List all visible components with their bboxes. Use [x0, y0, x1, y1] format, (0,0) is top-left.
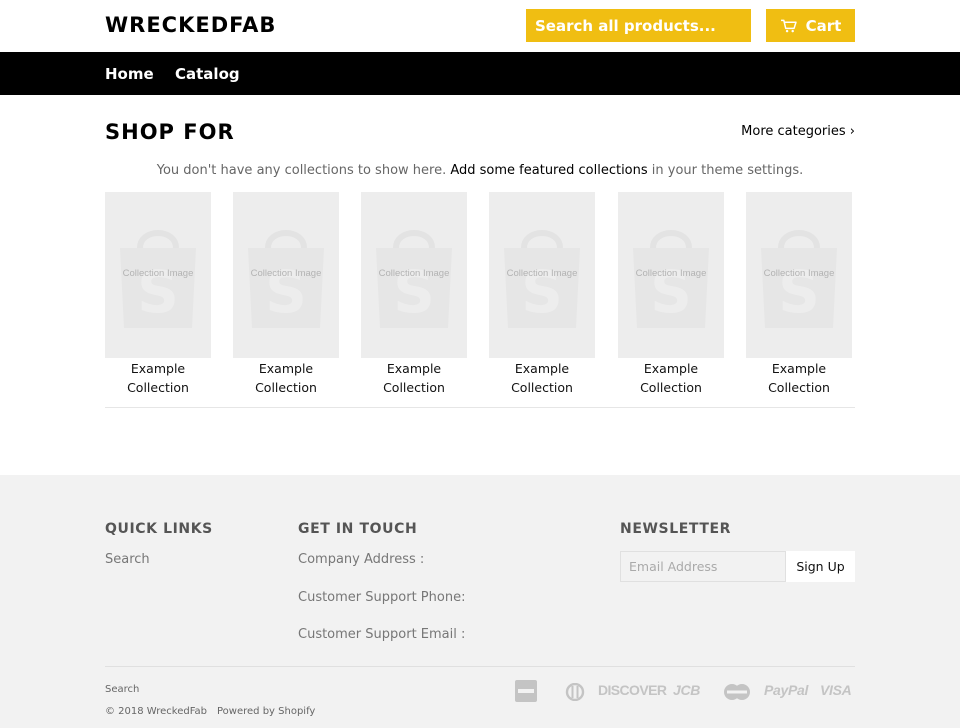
collection-image: S Collection Image — [233, 192, 339, 358]
search-input[interactable] — [526, 9, 752, 42]
section-title: SHOP FOR — [105, 120, 235, 144]
paypal-icon: PayPal — [764, 682, 809, 698]
collection-title: Example Collection — [489, 359, 595, 397]
collection-title: Example Collection — [618, 359, 724, 397]
newsletter-heading: NEWSLETTER — [620, 521, 732, 537]
site-footer: QUICK LINKS Search GET IN TOUCH Company … — [0, 475, 960, 728]
collection-title-line1: Example — [130, 361, 186, 376]
footer-search-link[interactable]: Search — [105, 552, 150, 567]
collection-image-label: Collection Image — [250, 268, 322, 279]
collection-image: S Collection Image — [361, 192, 467, 358]
collection-image: S Collection Image — [746, 192, 852, 358]
notice-text-after: in your theme settings. — [647, 163, 804, 178]
collection-card[interactable]: S Collection Image Example Collection — [361, 192, 467, 397]
collection-title-line2: Collection — [127, 380, 189, 395]
nav-item-home[interactable]: Home — [105, 65, 154, 83]
support-email: Customer Support Email : — [298, 627, 466, 642]
collection-card[interactable]: S Collection Image Example Collection — [618, 192, 724, 397]
email-field[interactable] — [620, 551, 786, 582]
search-form — [526, 9, 767, 42]
collection-title-line1: Example — [771, 361, 827, 376]
collection-title-line2: Collection — [768, 380, 830, 395]
collection-title: Example Collection — [746, 359, 852, 397]
section-divider — [105, 407, 855, 408]
collection-image-label: Collection Image — [506, 268, 578, 279]
search-button[interactable] — [752, 9, 767, 42]
more-categories-link[interactable]: More categories › — [741, 124, 855, 139]
search-icon — [752, 18, 767, 33]
collection-title-line1: Example — [643, 361, 699, 376]
get-in-touch-heading: GET IN TOUCH — [298, 521, 418, 537]
collection-title-line2: Collection — [640, 380, 702, 395]
site-header: WRECKEDFAB Cart — [0, 0, 960, 52]
company-address: Company Address : — [298, 552, 425, 567]
collection-image: S Collection Image — [618, 192, 724, 358]
powered-by-link[interactable]: Powered by Shopify — [217, 706, 315, 717]
collection-title-line1: Example — [514, 361, 570, 376]
payment-icons: DISCOVER JCB PayPal VISA — [515, 680, 855, 704]
collection-title-line2: Collection — [255, 380, 317, 395]
footer-bottom-search-link[interactable]: Search — [105, 684, 139, 695]
collection-title: Example Collection — [105, 359, 211, 397]
collection-title-line1: Example — [258, 361, 314, 376]
cart-label: Cart — [805, 16, 842, 35]
footer-divider — [105, 666, 855, 667]
collection-title-line1: Example — [386, 361, 442, 376]
notice-text-before: You don't have any collections to show h… — [156, 163, 451, 178]
collection-title: Example Collection — [361, 359, 467, 397]
site-logo[interactable]: WRECKEDFAB — [105, 13, 276, 37]
diners-club-icon — [565, 683, 585, 701]
sign-up-button[interactable]: Sign Up — [786, 551, 855, 582]
collection-title-line2: Collection — [511, 380, 573, 395]
collection-image: S Collection Image — [105, 192, 211, 358]
nav-item-catalog[interactable]: Catalog — [175, 65, 240, 83]
collection-image-label: Collection Image — [122, 268, 194, 279]
featured-collections-link[interactable]: Add some featured collections — [450, 163, 647, 178]
collection-title-line2: Collection — [383, 380, 445, 395]
quick-links-heading: QUICK LINKS — [105, 521, 213, 537]
visa-icon: VISA — [820, 682, 852, 698]
collection-card[interactable]: S Collection Image Example Collection — [233, 192, 339, 397]
newsletter-form: Sign Up — [620, 551, 855, 582]
empty-collections-notice: You don't have any collections to show h… — [0, 163, 960, 178]
jcb-icon: JCB — [673, 682, 701, 698]
discover-icon: DISCOVER — [598, 682, 667, 698]
american-express-icon — [515, 680, 537, 702]
collection-image-label: Collection Image — [635, 268, 707, 279]
copyright-text: © 2018 WreckedFab — [105, 706, 208, 717]
support-phone: Customer Support Phone: — [298, 590, 466, 605]
collection-image-label: Collection Image — [378, 268, 450, 279]
cart-icon — [780, 19, 797, 32]
main-nav: Home Catalog — [0, 52, 960, 95]
collection-card[interactable]: S Collection Image Example Collection — [746, 192, 852, 397]
collection-grid: S Collection Image Example Collection S C… — [105, 192, 855, 398]
collection-title: Example Collection — [233, 359, 339, 397]
collection-image-label: Collection Image — [763, 268, 835, 279]
cart-button[interactable]: Cart — [766, 9, 855, 42]
collection-card[interactable]: S Collection Image Example Collection — [489, 192, 595, 397]
master-icon — [724, 684, 750, 700]
collection-image: S Collection Image — [489, 192, 595, 358]
collection-card[interactable]: S Collection Image Example Collection — [105, 192, 211, 397]
